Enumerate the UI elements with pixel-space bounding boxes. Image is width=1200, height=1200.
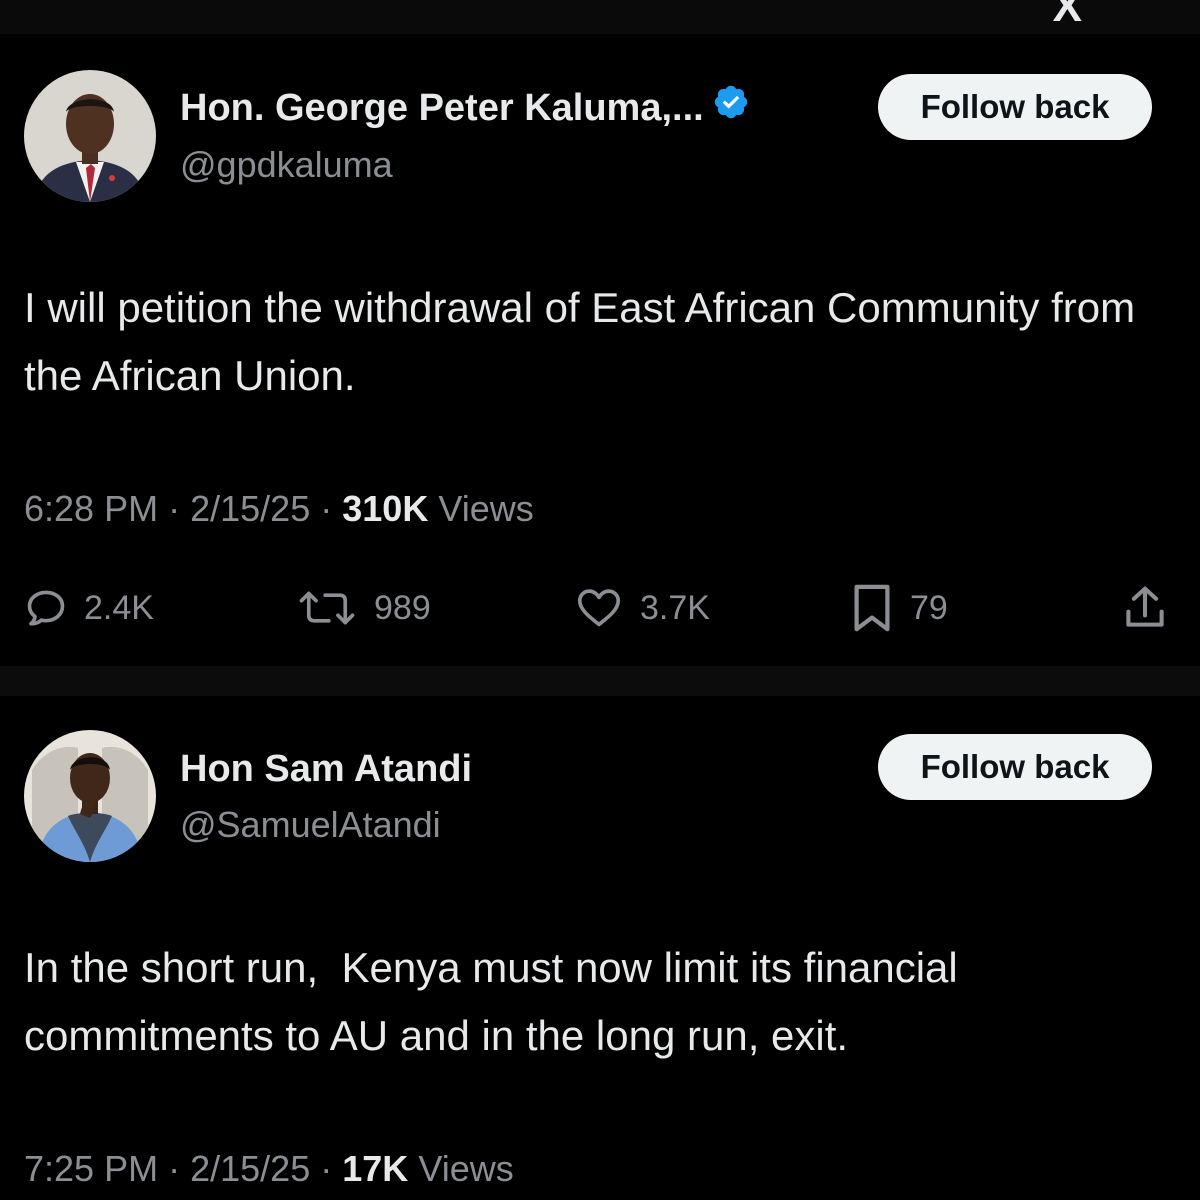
bookmark-icon (850, 583, 894, 633)
share-button[interactable] (1122, 580, 1168, 636)
repost-button[interactable]: 989 (296, 580, 431, 636)
display-name[interactable]: Hon. George Peter Kaluma,... (180, 83, 750, 134)
display-name-text: Hon Sam Atandi (180, 748, 473, 790)
tweet-date[interactable]: 2/15/25 (190, 488, 310, 529)
tweet-divider (0, 666, 1200, 696)
meta-separator: · (320, 1148, 333, 1189)
heart-icon (574, 586, 624, 630)
follow-back-button[interactable]: Follow back (878, 74, 1152, 140)
user-handle[interactable]: @SamuelAtandi (180, 804, 441, 846)
top-bar: X (0, 0, 1200, 34)
display-name-text: Hon. George Peter Kaluma,... (180, 87, 704, 130)
avatar[interactable] (24, 730, 156, 862)
bookmark-count: 79 (910, 588, 948, 627)
tweet-date[interactable]: 2/15/25 (190, 1148, 310, 1189)
views-count: 310K (342, 488, 429, 529)
repost-icon (296, 586, 358, 630)
meta-separator: · (168, 488, 181, 529)
user-handle[interactable]: @gpdkaluma (180, 144, 393, 186)
reply-count: 2.4K (84, 588, 154, 627)
tweet-card[interactable]: Hon Sam Atandi @SamuelAtandi Follow back… (0, 696, 1200, 1200)
repost-count: 989 (374, 588, 431, 627)
avatar-portrait-image (24, 70, 156, 202)
views-label: Views (418, 1148, 514, 1189)
views-count: 17K (342, 1148, 409, 1189)
action-bar: 2.4K 989 3.7K 79 (0, 580, 1200, 636)
verified-badge-icon (712, 83, 750, 131)
tweet-meta: 7:25 PM · 2/15/25 · 17K Views (24, 1148, 514, 1190)
share-icon (1122, 584, 1168, 632)
like-button[interactable]: 3.7K (574, 580, 710, 636)
tweet-time[interactable]: 7:25 PM (24, 1148, 158, 1189)
tweet-meta: 6:28 PM · 2/15/25 · 310K Views (24, 488, 534, 530)
tweet-card[interactable]: Hon. George Peter Kaluma,... @gpdkaluma … (0, 34, 1200, 666)
avatar[interactable] (24, 70, 156, 202)
tweet-text: I will petition the withdrawal of East A… (24, 284, 1136, 399)
like-count: 3.7K (640, 588, 710, 627)
follow-back-button[interactable]: Follow back (878, 734, 1152, 800)
reply-button[interactable]: 2.4K (24, 580, 154, 636)
avatar-portrait-image (24, 730, 156, 862)
meta-separator: · (168, 1148, 181, 1189)
x-logo-fragment: X (1052, 0, 1082, 31)
views-label: Views (438, 488, 534, 529)
reply-icon (24, 586, 68, 630)
meta-separator: · (320, 488, 333, 529)
bookmark-button[interactable]: 79 (850, 580, 948, 636)
tweet-time[interactable]: 6:28 PM (24, 488, 158, 529)
display-name[interactable]: Hon Sam Atandi (180, 748, 472, 791)
tweet-text: In the short run, Kenya must now limit i… (24, 944, 970, 1059)
